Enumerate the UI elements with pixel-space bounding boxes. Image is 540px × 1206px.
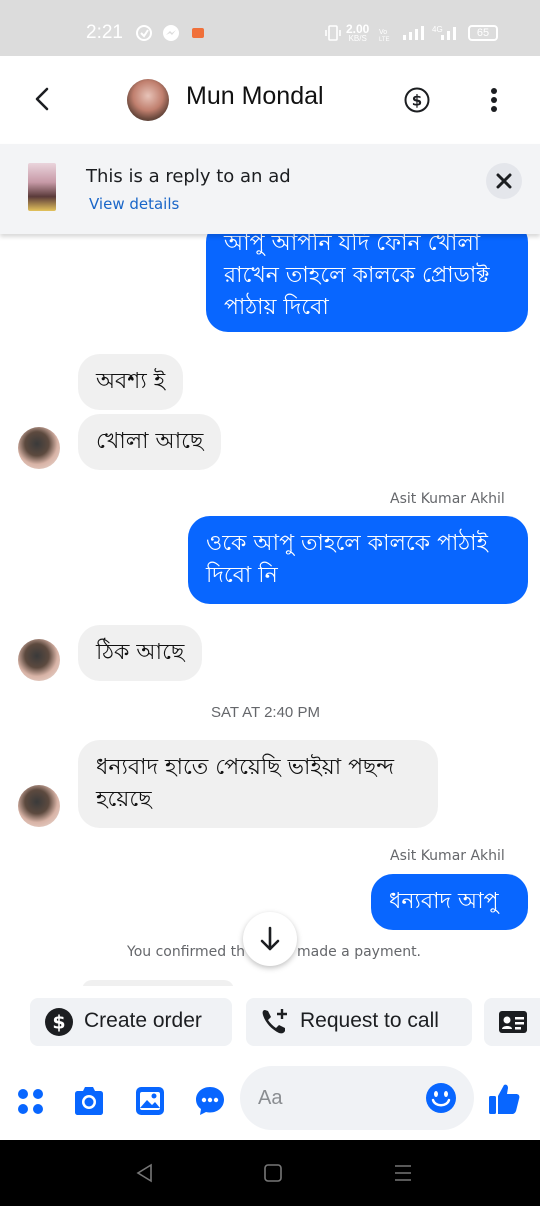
message-text: ধন্যবাদ আপু <box>389 889 499 914</box>
sender-avatar[interactable] <box>18 639 60 681</box>
message-line: রাখেন তাহলে কালকে প্রোডাক্ট <box>224 263 490 288</box>
view-details-link[interactable]: View details <box>89 195 179 213</box>
message-composer: Aa <box>0 1054 540 1140</box>
close-banner-button[interactable] <box>486 163 522 199</box>
contact-card-icon <box>499 1011 527 1033</box>
message-text: অবশ্য ই <box>96 369 166 394</box>
status-time: 2:21 <box>86 22 123 43</box>
emoji-icon[interactable] <box>425 1082 457 1114</box>
volte-icon: Vo LTE <box>379 29 390 42</box>
message-line: আপু আপনি যদি ফোন খোলা <box>224 234 481 256</box>
message-timestamp: SAT AT 2:40 PM <box>211 704 320 721</box>
sync-icon <box>136 25 152 41</box>
like-icon[interactable] <box>487 1082 521 1116</box>
svg-text:$: $ <box>52 1012 65 1034</box>
nav-home-icon[interactable] <box>263 1163 283 1183</box>
message-incoming[interactable]: খোলা আছে <box>78 414 222 470</box>
payment-system-message-end: made a payment. <box>297 944 422 960</box>
contact-card-button[interactable] <box>484 998 540 1046</box>
close-icon <box>496 173 512 189</box>
dollar-icon[interactable]: $ <box>404 87 430 113</box>
message-text: খোলা আছে <box>96 429 204 454</box>
payment-system-message-start: You confirmed th <box>127 944 245 960</box>
sender-name: Asit Kumar Akhil <box>390 848 505 864</box>
network-speed-value: 2.00 <box>346 22 370 36</box>
dollar-circle-icon: $ <box>45 1008 73 1036</box>
message-incoming[interactable]: ঠিক আছে <box>78 625 203 681</box>
network-speed-unit: KB/S <box>348 34 367 43</box>
create-order-button[interactable]: $ Create order <box>30 998 232 1046</box>
svg-text:LTE: LTE <box>379 37 390 42</box>
ad-thumbnail[interactable] <box>28 163 56 211</box>
message-line: হয়েছে <box>96 787 152 812</box>
request-to-call-button[interactable]: Request to call <box>246 998 472 1046</box>
request-to-call-label: Request to call <box>300 1009 439 1032</box>
battery-indicator: 65 <box>468 25 498 41</box>
ad-reply-banner: This is a reply to an ad View details <box>0 144 540 234</box>
chat-bubble-icon[interactable] <box>193 1084 227 1118</box>
app-notification-icon <box>192 28 204 38</box>
sender-name: Asit Kumar Akhil <box>390 491 505 507</box>
status-bar: 2:21 2.00 KB/S Vo LTE 4G 65 <box>0 0 540 56</box>
message-incoming[interactable]: ধন্যবাদ হাতে পেয়েছি ভাইয়া পছন্দ হয়েছে <box>78 740 438 828</box>
partial-message <box>82 980 234 986</box>
message-incoming[interactable]: অবশ্য ই <box>78 354 184 410</box>
message-outgoing[interactable]: ধন্যবাদ আপু <box>371 874 528 930</box>
scroll-down-button[interactable] <box>243 912 297 966</box>
quick-actions-bar: $ Create order Request to call <box>0 992 540 1054</box>
sender-avatar[interactable] <box>18 785 60 827</box>
phone-plus-icon <box>262 1009 287 1034</box>
menu-grid-icon[interactable] <box>16 1087 46 1117</box>
sender-avatar[interactable] <box>18 427 60 469</box>
system-nav-bar <box>0 1140 540 1206</box>
message-input-placeholder: Aa <box>258 1087 283 1109</box>
chat-header: Mun Mondal $ <box>0 56 540 144</box>
message-line: দিবো নি <box>206 563 278 588</box>
conversation[interactable]: আপু আপনি যদি ফোন খোলা রাখেন তাহলে কালকে … <box>0 234 540 986</box>
nav-recents-icon[interactable] <box>393 1163 413 1183</box>
svg-text:$: $ <box>412 92 422 110</box>
contact-name[interactable]: Mun Mondal <box>186 82 324 111</box>
message-line: ধন্যবাদ হাতে পেয়েছি ভাইয়া পছন্দ <box>96 755 395 780</box>
create-order-label: Create order <box>84 1009 202 1032</box>
network-speed: 2.00 KB/S <box>346 22 370 44</box>
svg-text:Vo: Vo <box>379 29 387 36</box>
contact-avatar[interactable] <box>127 79 169 121</box>
nav-back-icon[interactable] <box>135 1163 155 1183</box>
message-text: ঠিক আছে <box>96 640 185 665</box>
signal-icon <box>403 26 424 40</box>
camera-icon[interactable] <box>72 1084 106 1118</box>
messenger-icon <box>163 25 179 41</box>
more-icon[interactable] <box>488 86 500 114</box>
arrow-down-icon <box>260 926 280 951</box>
vibrate-icon <box>325 25 341 41</box>
message-line: ওকে আপু তাহলে কালকে পাঠাই <box>206 531 488 556</box>
message-outgoing[interactable]: ওকে আপু তাহলে কালকে পাঠাই দিবো নি <box>188 516 528 604</box>
4g-signal-icon: 4G <box>432 25 456 40</box>
back-icon[interactable] <box>28 84 58 114</box>
message-outgoing[interactable]: আপু আপনি যদি ফোন খোলা রাখেন তাহলে কালকে … <box>206 234 528 332</box>
gallery-icon[interactable] <box>133 1084 167 1118</box>
message-line: পাঠায় দিবো <box>224 295 329 320</box>
ad-reply-title: This is a reply to an ad <box>86 166 291 187</box>
svg-text:4G: 4G <box>432 25 443 34</box>
